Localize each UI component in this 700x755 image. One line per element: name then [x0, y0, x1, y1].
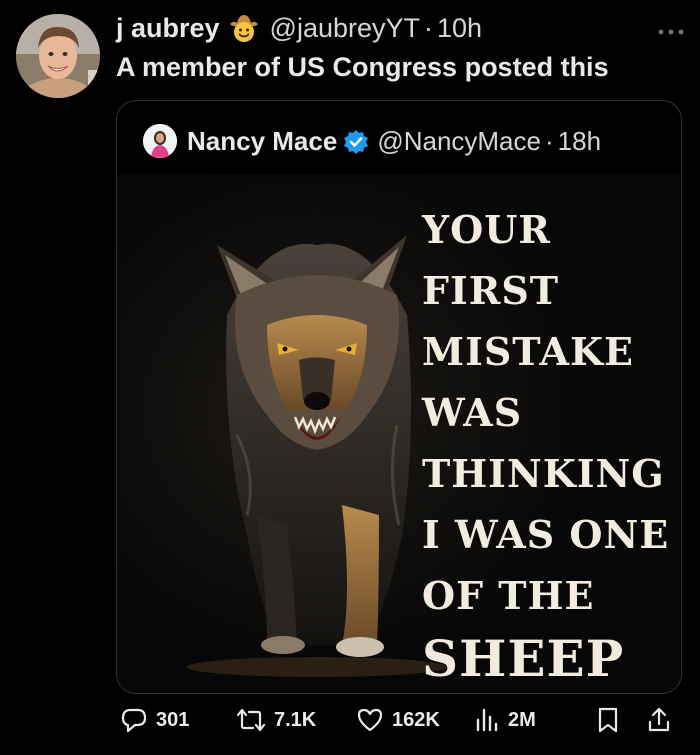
- post-text: A member of US Congress posted this: [116, 52, 609, 82]
- views-icon: [476, 708, 498, 732]
- reply-count: 301: [156, 708, 190, 731]
- author-handle[interactable]: @jaubreyYT: [270, 10, 420, 46]
- poster-line-5: THINKING: [422, 451, 665, 496]
- poster-line-1: YOUR: [422, 207, 551, 252]
- quoted-post-header: Nancy Mace @NancyMace · 18h: [143, 123, 601, 159]
- post-header: j aubrey @jaubreyYT · 10h: [116, 10, 482, 46]
- poster-line-8: SHEEP: [422, 629, 625, 688]
- author-display-name[interactable]: j aubrey: [116, 10, 220, 46]
- poster-line-7: OF THE: [422, 573, 595, 618]
- quoted-author-avatar[interactable]: [143, 124, 177, 158]
- repost-count: 7.1K: [274, 708, 317, 731]
- quoted-header-separator: ·: [544, 126, 554, 156]
- author-avatar[interactable]: [16, 14, 100, 98]
- reply-button[interactable]: 301: [120, 706, 189, 734]
- like-button[interactable]: 162K: [356, 706, 440, 734]
- heart-icon: [357, 708, 383, 732]
- post-timestamp[interactable]: 10h: [437, 10, 482, 46]
- repost-button[interactable]: 7.1K: [236, 706, 316, 734]
- quoted-author-display-name[interactable]: Nancy Mace: [187, 123, 337, 159]
- views-button[interactable]: 2M: [474, 706, 536, 734]
- more-dots-icon[interactable]: [656, 24, 686, 35]
- reply-icon: [121, 708, 147, 733]
- quoted-post-image[interactable]: YOUR FIRST MISTAKE WAS THINKING I WAS ON…: [117, 175, 680, 693]
- header-separator: ·: [424, 13, 434, 43]
- share-icon: [648, 707, 670, 732]
- bookmark-button[interactable]: [596, 706, 628, 734]
- poster-line-6: I WAS ONE: [422, 512, 670, 557]
- quoted-author-handle[interactable]: @NancyMace: [377, 123, 541, 159]
- poster-line-4: WAS: [422, 390, 523, 435]
- poster-line-2: FIRST: [422, 268, 560, 313]
- views-count: 2M: [508, 708, 536, 731]
- repost-icon: [236, 708, 266, 732]
- cowboy-face-emoji-icon: [228, 12, 260, 44]
- poster-caption: YOUR FIRST MISTAKE WAS THINKING I WAS ON…: [422, 199, 672, 692]
- like-count: 162K: [392, 708, 440, 731]
- verified-badge-icon: [343, 128, 369, 154]
- bookmark-icon: [598, 707, 618, 733]
- quoted-post-timestamp[interactable]: 18h: [558, 123, 601, 159]
- share-button[interactable]: [646, 706, 680, 734]
- action-bar: 301 7.1K 162K 2M: [116, 702, 682, 746]
- poster-line-3: MISTAKE: [422, 329, 634, 374]
- quoted-post[interactable]: Nancy Mace @NancyMace · 18h YOUR FIRST M…: [116, 100, 682, 694]
